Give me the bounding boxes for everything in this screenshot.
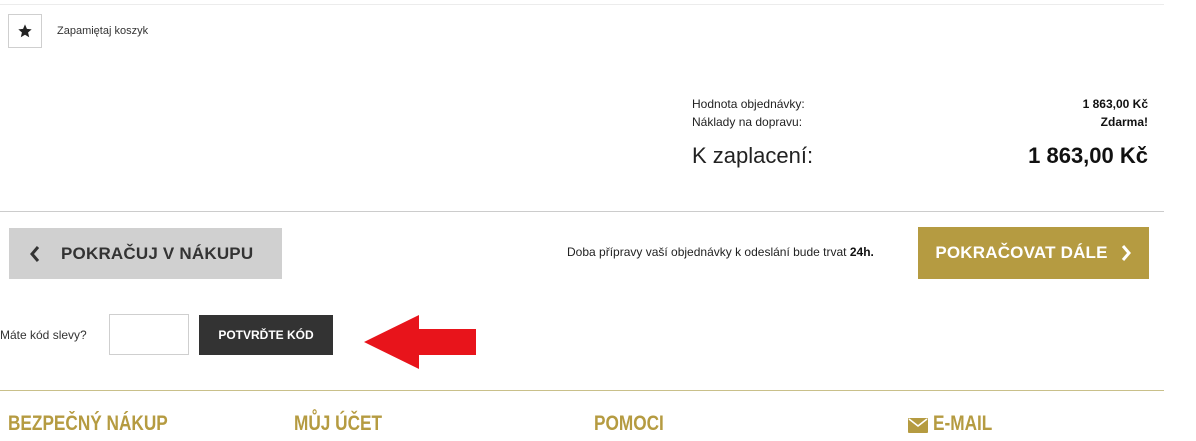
red-arrow-left-icon — [364, 315, 476, 369]
top-divider — [0, 4, 1164, 5]
continue-shopping-button[interactable]: POKRAČUJ V NÁKUPU — [9, 228, 282, 279]
discount-code-input[interactable] — [109, 314, 189, 355]
continue-button[interactable]: POKRAČOVAT DÁLE — [918, 227, 1149, 279]
remember-cart-label: Zapamiętaj koszyk — [57, 25, 149, 37]
footer-heading-email[interactable]: E-MAIL — [933, 412, 992, 436]
preparation-time-label: Doba přípravy vaší objednávky k odeslání… — [567, 245, 847, 259]
star-icon — [18, 24, 32, 38]
discount-code-label: Máte kód slevy? — [0, 328, 87, 342]
chevron-right-icon — [1121, 245, 1131, 261]
total-label: K zaplacení: — [692, 143, 814, 168]
footer-divider — [0, 390, 1164, 391]
total-value: 1 863,00 Kč — [1028, 143, 1148, 168]
footer-heading-my-account[interactable]: MŮJ ÚČET — [294, 412, 382, 436]
shipping-value: Zdarma! — [1100, 115, 1148, 129]
section-divider — [0, 211, 1164, 212]
continue-shopping-label: POKRAČUJ V NÁKUPU — [61, 243, 254, 263]
envelope-icon — [908, 418, 928, 438]
order-value-label: Hodnota objednávky: — [692, 97, 805, 111]
continue-button-label: POKRAČOVAT DÁLE — [935, 243, 1108, 262]
preparation-time-value: 24h. — [849, 245, 874, 259]
footer-heading-safe-shopping[interactable]: BEZPEČNÝ NÁKUP — [8, 412, 168, 436]
preparation-time-text: Doba přípravy vaší objednávky k odeslání… — [567, 245, 874, 259]
order-value: 1 863,00 Kč — [1082, 97, 1148, 111]
chevron-left-icon — [30, 245, 40, 262]
confirm-code-button[interactable]: POTVRĎTE KÓD — [199, 315, 333, 355]
shipping-label: Náklady na dopravu: — [692, 115, 803, 129]
footer-heading-help[interactable]: POMOCI — [594, 412, 664, 436]
remember-cart-button[interactable] — [8, 14, 42, 48]
